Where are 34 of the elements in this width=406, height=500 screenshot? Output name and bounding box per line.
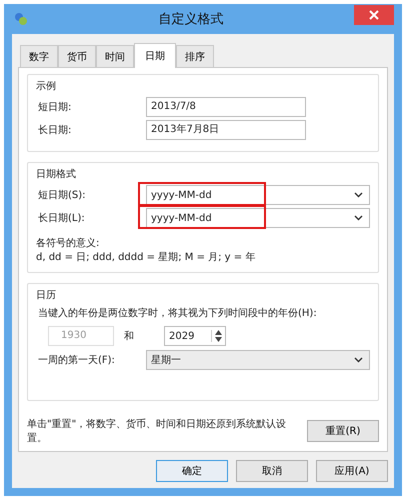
dialog-button[interactable]: 应用(A) (316, 460, 388, 482)
legend-text: d, dd = 日; ddd, dddd = 星期; M = 月; y = 年 (36, 250, 256, 264)
app-icon (14, 12, 28, 26)
spin-arrows-icon[interactable] (211, 330, 225, 342)
window-title: 自定义格式 (158, 11, 224, 28)
field-label: 短日期(S): (37, 188, 87, 202)
year-spinner[interactable]: 2029 (164, 326, 226, 346)
tab[interactable]: 日期 (134, 43, 176, 68)
combo-box[interactable]: yyyy-MM-dd (146, 185, 370, 205)
group-title: 日历 (36, 289, 57, 302)
reset-button[interactable]: 重置(R) (307, 420, 379, 442)
tab[interactable]: 排序 (176, 45, 214, 67)
and-label: 和 (123, 330, 135, 343)
group-title: 日期格式 (36, 168, 77, 181)
tab[interactable]: 数字 (20, 45, 58, 67)
tab[interactable]: 时间 (96, 45, 134, 67)
dialog-button[interactable]: 确定 (156, 460, 228, 482)
field-label: 短日期: (37, 100, 72, 114)
dropdown-icon (354, 215, 363, 221)
field-label: 长日期(L): (37, 212, 86, 225)
group-title: 示例 (36, 80, 57, 93)
legend-title: 各符号的意义: (36, 236, 100, 250)
combo-box[interactable]: yyyy-MM-dd (146, 208, 370, 228)
tab[interactable]: 货币 (58, 45, 96, 67)
field-label: 长日期: (37, 124, 72, 137)
instruction-text: 当键入的年份是两位数字时，将其视为下列时间段中的年份(H): (37, 306, 318, 320)
dropdown-icon (354, 357, 363, 363)
dropdown-icon (354, 192, 363, 198)
dialog-button[interactable]: 取消 (236, 460, 308, 482)
combo-box[interactable]: 星期一 (146, 350, 370, 370)
reset-note: 单击"重置"，将数字、货币、时间和日期还原到系统默认设置。 (27, 418, 288, 445)
close-button[interactable] (354, 5, 394, 25)
close-icon (369, 10, 379, 20)
field-label: 一周的第一天(F): (37, 354, 116, 367)
